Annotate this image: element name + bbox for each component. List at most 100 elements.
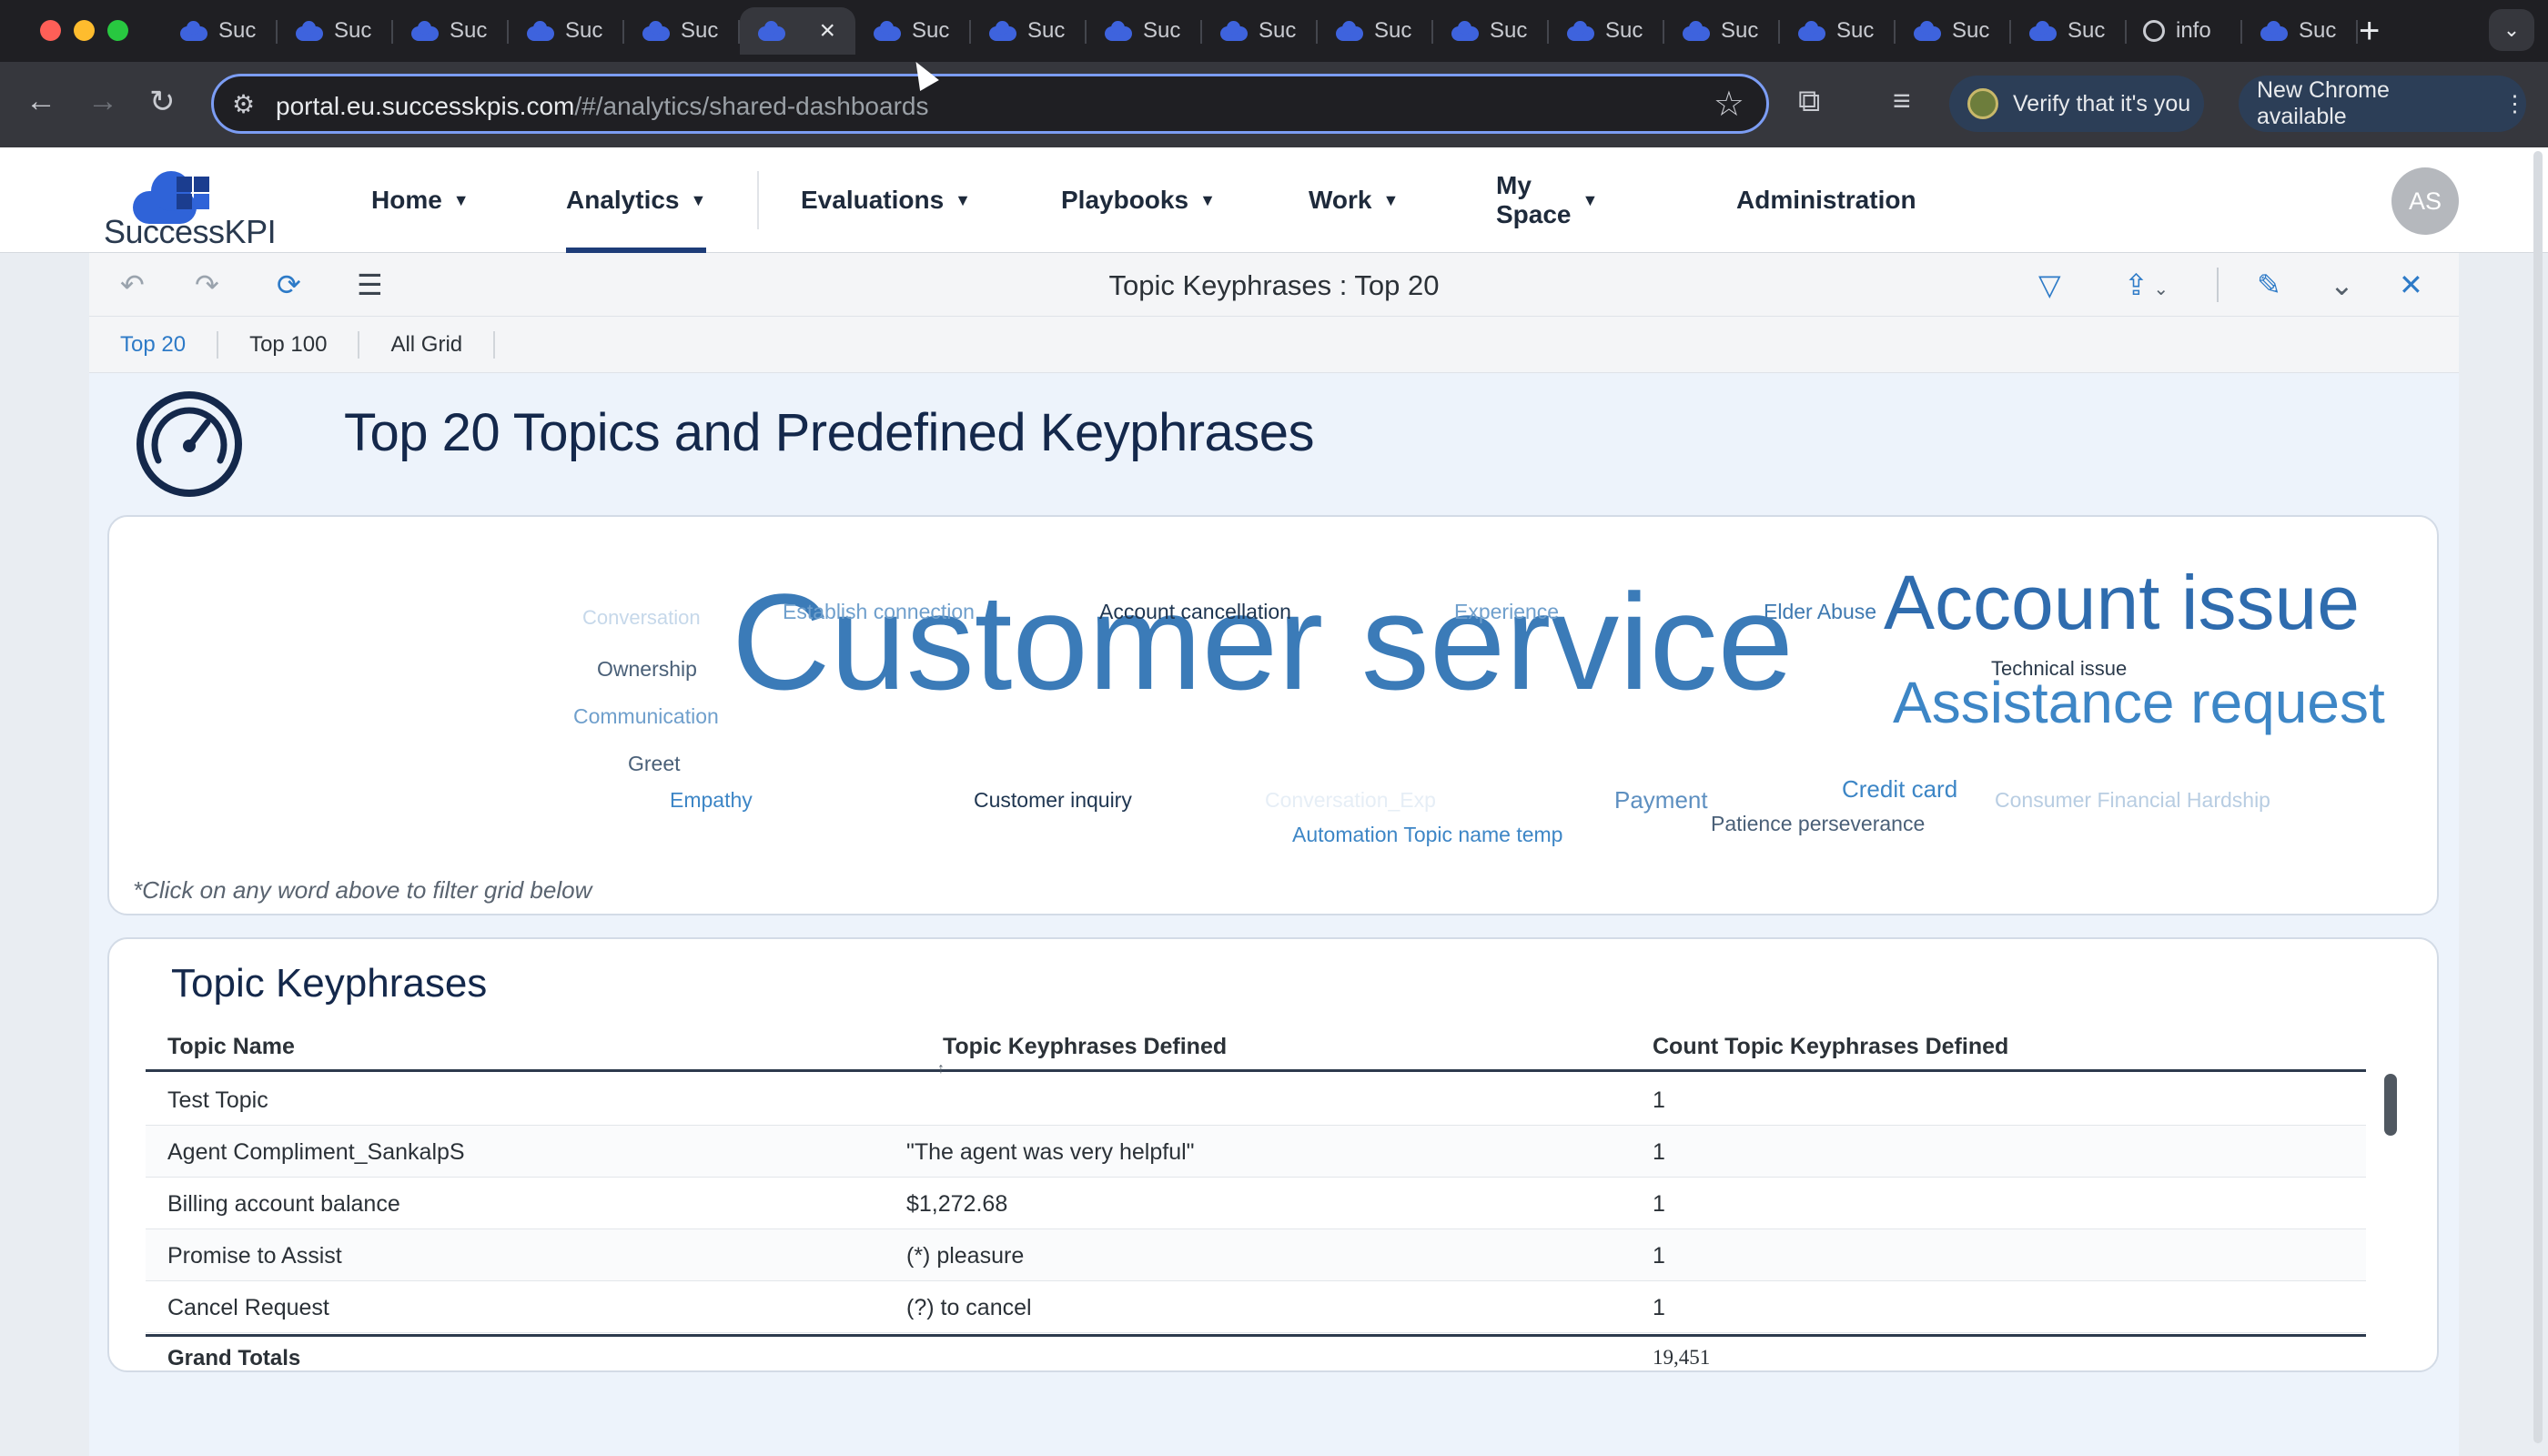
successkpi-favicon-icon: [1450, 21, 1479, 41]
browser-tab[interactable]: Suc: [278, 7, 393, 55]
browser-tab[interactable]: Suc: [1087, 7, 1202, 55]
window-minimize-button[interactable]: [74, 20, 95, 41]
more-menu-icon[interactable]: ⋮: [2503, 90, 2526, 117]
chrome-update-chip[interactable]: New Chrome available ⋮: [2239, 76, 2526, 132]
app-header: SuccessKPI Home ▼ Analytics ▼ Evaluations ▼ Pl…: [0, 147, 2548, 253]
word-cloud-term[interactable]: Communication: [573, 706, 719, 727]
successkpi-favicon-icon: [2027, 21, 2057, 41]
nav-item-playbooks[interactable]: Playbooks ▼: [1061, 147, 1216, 253]
word-cloud-term[interactable]: Establish connection: [783, 602, 975, 622]
word-cloud-term[interactable]: Credit card: [1842, 777, 1957, 801]
browser-tab[interactable]: Suc: [855, 7, 971, 55]
word-cloud-term[interactable]: Customer inquiry: [974, 790, 1132, 811]
nav-item-work[interactable]: Work ▼: [1309, 147, 1399, 253]
site-info-icon[interactable]: ⚙: [232, 89, 255, 119]
browser-tab[interactable]: info: [2127, 7, 2242, 55]
nav-item-analytics[interactable]: Analytics ▼: [566, 147, 707, 253]
word-cloud-term[interactable]: Conversation: [582, 608, 701, 628]
successkpi-logo[interactable]: SuccessKPI: [104, 158, 286, 250]
browser-tab[interactable]: Suc: [1780, 7, 1896, 55]
browser-tab[interactable]: Suc: [1896, 7, 2011, 55]
close-icon[interactable]: ✕: [2399, 268, 2423, 302]
new-tab-button[interactable]: +: [2359, 11, 2380, 52]
tab-search-button[interactable]: ⌄: [2489, 9, 2534, 51]
browser-tab[interactable]: Suc: [624, 7, 740, 55]
globe-icon: [2143, 20, 2165, 42]
tab-title: Suc: [218, 18, 257, 43]
extensions-icon[interactable]: ⧉: [1798, 84, 1820, 119]
url-path: /#/analytics/shared-dashboards: [574, 92, 929, 120]
word-cloud-term[interactable]: Consumer Financial Hardship: [1995, 790, 2270, 811]
cell-count: 1: [1653, 1191, 1665, 1217]
word-cloud-term[interactable]: Account issue: [1884, 564, 2360, 641]
word-cloud-term[interactable]: Payment: [1614, 788, 1708, 812]
address-url: portal.eu.successkpis.com/#/analytics/sh…: [276, 92, 928, 121]
browser-tab[interactable]: Suc: [2011, 7, 2127, 55]
user-avatar[interactable]: AS: [2391, 167, 2459, 235]
verify-identity-chip[interactable]: Verify that it's you: [1949, 76, 2204, 132]
word-cloud-term[interactable]: Ownership: [597, 659, 697, 680]
browser-tab[interactable]: Suc: [1549, 7, 1664, 55]
word-cloud-term[interactable]: Elder Abuse: [1764, 602, 1876, 622]
bookmark-star-icon[interactable]: ☆: [1714, 84, 1744, 125]
page-scrollbar[interactable]: [2533, 151, 2543, 1443]
url-host: portal.eu.successkpis.com: [276, 92, 575, 120]
back-arrow-icon[interactable]: ←: [25, 84, 56, 119]
filter-icon[interactable]: ▽: [2038, 268, 2061, 302]
word-cloud-term[interactable]: Patience perseverance: [1711, 814, 1925, 834]
cell-topic-name: Billing account balance: [167, 1191, 400, 1217]
column-header-topic-name[interactable]: Topic Name: [167, 1034, 295, 1060]
column-header-count[interactable]: Count Topic Keyphrases Defined: [1653, 1034, 2008, 1060]
word-cloud-term[interactable]: Empathy: [670, 790, 753, 811]
forward-arrow-icon[interactable]: →: [87, 84, 118, 119]
table-row[interactable]: Cancel Request (?) to cancel 1: [146, 1281, 2366, 1333]
tab-all-grid[interactable]: All Grid: [359, 331, 496, 359]
successkpi-favicon-icon: [987, 21, 1016, 41]
media-controls-icon[interactable]: ≡: [1893, 84, 1911, 119]
tab-title: Suc: [2068, 18, 2106, 43]
word-cloud-term[interactable]: Customer service: [732, 573, 1794, 710]
nav-item-my-space[interactable]: My Space ▼: [1496, 147, 1598, 253]
word-cloud-term[interactable]: Technical issue: [1991, 659, 2127, 679]
table-row[interactable]: Agent Compliment_SankalpS "The agent was …: [146, 1126, 2366, 1178]
browser-tab[interactable]: Suc: [393, 7, 509, 55]
table-row[interactable]: Promise to Assist (*) pleasure 1: [146, 1229, 2366, 1281]
tab-close-icon[interactable]: ×: [819, 15, 835, 46]
table-row[interactable]: Billing account balance $1,272.68 1: [146, 1178, 2366, 1229]
browser-tab[interactable]: Suc: [1202, 7, 1318, 55]
browser-tab[interactable]: Suc: [2242, 7, 2358, 55]
nav-item-evaluations[interactable]: Evaluations ▼: [801, 147, 971, 253]
grid-scrollbar[interactable]: [2384, 1074, 2397, 1136]
word-cloud-term[interactable]: Greet: [628, 753, 681, 774]
word-cloud-term[interactable]: Conversation_Exp: [1265, 790, 1436, 811]
word-cloud-term[interactable]: Automation Topic name temp: [1292, 824, 1562, 845]
browser-tab-active[interactable]: ×: [740, 7, 855, 55]
browser-tab[interactable]: Suc: [1318, 7, 1433, 55]
browser-tab[interactable]: Suc: [971, 7, 1087, 55]
window-maximize-button[interactable]: [107, 20, 128, 41]
successkpi-favicon-icon: [1681, 21, 1710, 41]
tab-top-20[interactable]: Top 20: [89, 331, 219, 359]
address-bar[interactable]: ⚙ portal.eu.successkpis.com/#/analytics/…: [211, 74, 1769, 134]
nav-item-label: Analytics: [566, 186, 680, 214]
tab-top-100[interactable]: Top 100: [218, 331, 360, 359]
table-row[interactable]: Test Topic 1: [146, 1074, 2366, 1126]
browser-tab[interactable]: Suc: [1433, 7, 1549, 55]
edit-pencil-icon[interactable]: ✎: [2257, 268, 2281, 302]
browser-tab[interactable]: Suc: [509, 7, 624, 55]
successkpi-favicon-icon: [1218, 21, 1248, 41]
column-header-keyphrases-defined[interactable]: Topic Keyphrases Defined: [943, 1034, 1227, 1060]
nav-item-administration[interactable]: Administration: [1736, 147, 1916, 253]
word-cloud-term[interactable]: Assistance request: [1893, 673, 2385, 732]
word-cloud-term[interactable]: Account cancellation: [1099, 602, 1291, 622]
browser-tab[interactable]: Suc: [162, 7, 278, 55]
word-cloud-term[interactable]: Experience: [1454, 602, 1559, 622]
export-icon[interactable]: ⇪ ⌄: [2124, 268, 2169, 302]
collapse-icon[interactable]: ⌄: [2330, 268, 2354, 302]
tab-title: Suc: [1952, 18, 1990, 43]
nav-item-home[interactable]: Home ▼: [371, 147, 470, 253]
window-close-button[interactable]: [40, 20, 61, 41]
reload-icon[interactable]: ↻: [149, 84, 176, 120]
browser-tab[interactable]: Suc: [1664, 7, 1780, 55]
cell-count: 1: [1653, 1295, 1665, 1320]
